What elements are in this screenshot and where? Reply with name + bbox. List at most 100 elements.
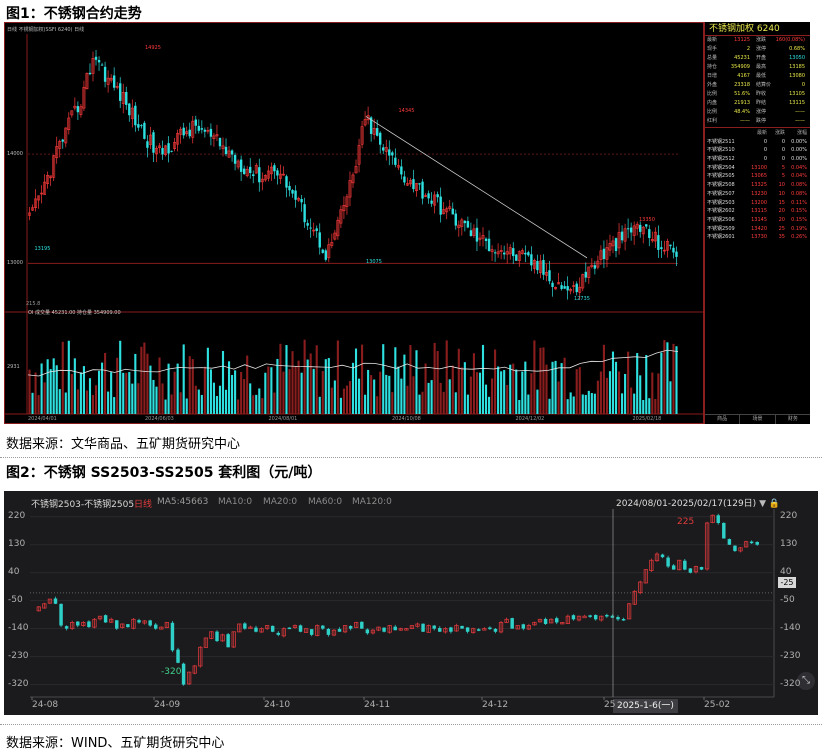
- volume-bar: [300, 372, 303, 414]
- quote-value: 0: [801, 82, 805, 88]
- price-annotation-recent_high: 13350: [639, 217, 655, 224]
- chart1-candle-body: [170, 150, 173, 152]
- chart1-candle-body: [427, 193, 430, 199]
- volume-bar: [572, 396, 575, 414]
- spread-candle-body: [276, 632, 280, 635]
- volume-bar: [291, 351, 294, 414]
- spread-candle-body: [755, 541, 759, 545]
- chart1-candle-body: [454, 213, 457, 226]
- contract-cell: 13115: [751, 208, 767, 215]
- volume-bar: [137, 383, 140, 414]
- volume-bar: [509, 364, 512, 414]
- volume-bar: [279, 343, 282, 414]
- ss2503-ss2505-spread-chart: 不锈钢2503-不锈钢2505 日线 MA5:45663 MA10:0 MA20…: [4, 491, 818, 715]
- volume-bar: [276, 358, 279, 414]
- contract-row[interactable]: 不锈钢2505 13065 5 0.04%: [705, 172, 810, 181]
- quote-panel-tab[interactable]: 商品: [705, 414, 741, 424]
- chart1-candle-body: [382, 147, 385, 151]
- quote-row: 日增 4167 最低 13080: [705, 72, 810, 81]
- chart1-candle-body: [239, 159, 243, 172]
- lock-icon[interactable]: 🔒: [769, 499, 780, 509]
- volume-bar: [339, 397, 342, 414]
- stainless-steel-futures-chart: 日线 不锈钢加权(SSFI 6240) 日线 OI 成交量 45231.00 持…: [4, 22, 810, 424]
- contract-row[interactable]: 不锈钢2509 13420 25 0.19%: [705, 225, 810, 234]
- volume-bar: [500, 371, 503, 414]
- volume-bar: [611, 351, 615, 414]
- volume-bar: [188, 356, 191, 414]
- contract-row[interactable]: 不锈钢2504 13100 5 0.04%: [705, 164, 810, 173]
- chart1-candle-body: [639, 224, 642, 232]
- contract-cell: 0: [763, 156, 767, 163]
- volume-bar: [645, 355, 648, 414]
- chart1-candle-body: [620, 231, 624, 241]
- spread-candle-body: [660, 554, 665, 558]
- chart1-svg: [4, 22, 704, 424]
- volume-bar: [173, 371, 176, 414]
- volume-bar: [451, 365, 454, 414]
- contract-cell: 不锈钢2511: [707, 138, 735, 145]
- volume-bar: [91, 395, 95, 414]
- contract-row[interactable]: 不锈钢2510 0 0 0.00%: [705, 146, 810, 155]
- volume-bar: [657, 373, 660, 414]
- quote-panel-tab[interactable]: 财务: [775, 414, 810, 424]
- volume-bar: [161, 383, 164, 414]
- volume-bar: [224, 389, 228, 414]
- chart1-candle-body: [379, 132, 382, 145]
- volume-bar: [312, 368, 315, 414]
- volume-bar: [55, 365, 58, 414]
- volume-bar: [391, 392, 394, 414]
- chart1-candle-body: [487, 238, 491, 252]
- volume-bar: [376, 396, 379, 414]
- chart1-candle-body: [285, 176, 288, 188]
- chart1-candle-body: [134, 105, 137, 126]
- contract-row[interactable]: 不锈钢2508 13325 10 0.08%: [705, 181, 810, 190]
- contract-row[interactable]: 不锈钢2512 0 0 0.00%: [705, 155, 810, 164]
- quote-row: 持仓 354909 最高 13185: [705, 63, 810, 72]
- contract-row[interactable]: 不锈钢2506 13145 20 0.15%: [705, 216, 810, 225]
- chart1-candle-body: [645, 224, 648, 227]
- quote-panel-tab[interactable]: 场景: [740, 414, 776, 424]
- price-annotation-high: 14925: [145, 45, 161, 52]
- volume-bar: [424, 363, 427, 414]
- quote-label: 结算价: [756, 82, 772, 88]
- volume-bar: [590, 393, 593, 414]
- volume-bar: [143, 342, 146, 414]
- chart1-candle-body: [218, 137, 222, 147]
- contract-row[interactable]: 不锈钢2601 13730 35 0.26%: [705, 233, 810, 242]
- contract-row[interactable]: 不锈钢2511 0 0 0.00%: [705, 138, 810, 147]
- chart1-candle-body: [469, 230, 473, 236]
- contract-cell: 13065: [751, 173, 767, 180]
- price-annotation-low2: 13075: [366, 259, 382, 266]
- volume-bar: [475, 372, 479, 414]
- spread-candle-body: [554, 618, 559, 623]
- spread-candle-body: [309, 629, 314, 635]
- volume-bar: [234, 370, 237, 414]
- contract-cell: 0: [781, 156, 785, 163]
- contract-row[interactable]: 不锈钢2503 13200 15 0.11%: [705, 199, 810, 208]
- spread-candle-body: [493, 628, 498, 632]
- volume-bar: [379, 371, 382, 414]
- volume-bar: [294, 366, 297, 414]
- volume-bar: [212, 382, 215, 414]
- chart1-candle-body: [648, 229, 651, 238]
- chart1-candle-body: [137, 124, 140, 128]
- volume-bar: [122, 372, 125, 414]
- chart1-candle-body: [306, 223, 309, 226]
- volume-bar: [134, 353, 137, 414]
- contract-row[interactable]: 不锈钢2507 13230 10 0.08%: [705, 190, 810, 199]
- quote-value: 13115: [789, 100, 805, 106]
- chart1-up-candles: [28, 51, 669, 300]
- volume-bar: [88, 378, 92, 414]
- spread-candle-body: [671, 565, 676, 570]
- volume-bar: [146, 353, 149, 414]
- chart1-candle-body: [593, 265, 597, 269]
- quote-panel-tabs[interactable]: 商品 场景 财务: [705, 414, 810, 424]
- volume-bar: [179, 392, 182, 414]
- volume-bar: [28, 369, 31, 414]
- volume-bar: [58, 389, 61, 414]
- quote-row: 比例 51.6% 昨收 13105: [705, 90, 810, 99]
- contract-row[interactable]: 不锈钢2602 13115 20 0.15%: [705, 207, 810, 216]
- range-dropdown-icon[interactable]: ▼: [759, 499, 766, 509]
- volume-bar: [448, 379, 451, 414]
- volume-bar: [246, 355, 249, 414]
